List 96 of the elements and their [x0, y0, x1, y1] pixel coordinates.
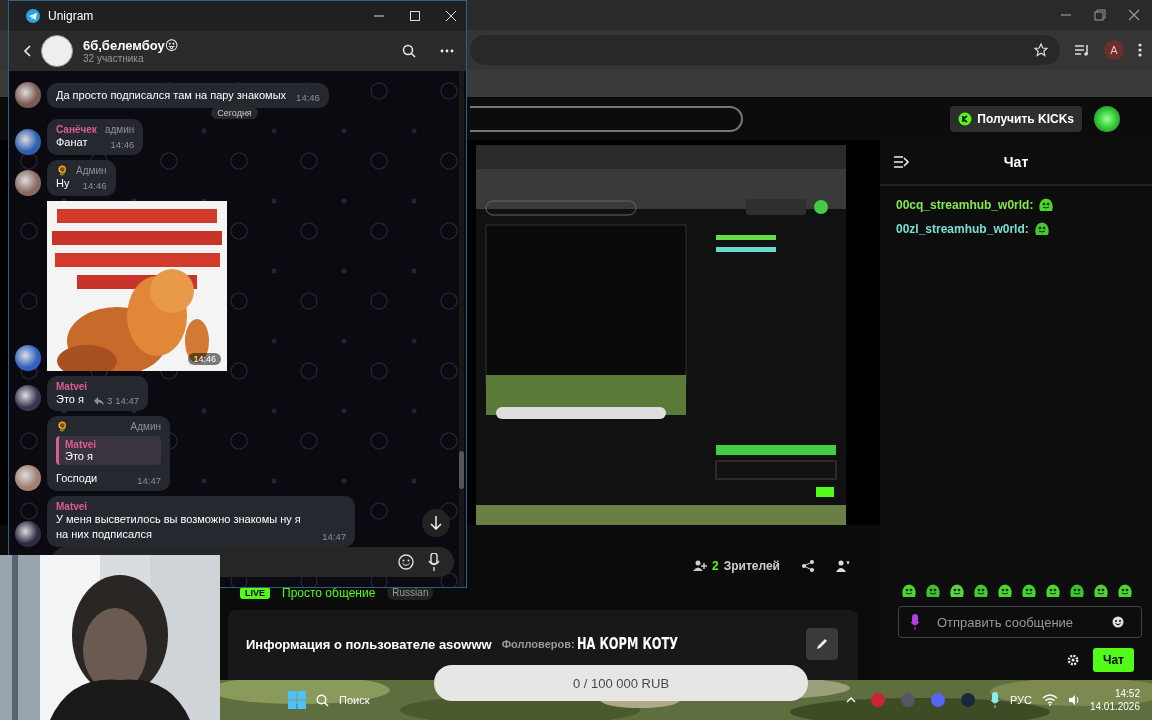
microphone-icon[interactable] — [989, 692, 1000, 708]
sender-name[interactable]: 🌻 — [56, 421, 68, 433]
followers-label: Фолловеров: — [501, 638, 575, 650]
emote-icon[interactable] — [1032, 220, 1051, 238]
message-text: Это я — [56, 391, 84, 407]
close-icon[interactable] — [1128, 9, 1140, 21]
category-link[interactable]: Просто общение — [282, 585, 376, 600]
search-field[interactable] — [470, 105, 743, 132]
arrow-down-icon — [430, 516, 442, 530]
scrollbar-thumb[interactable] — [459, 451, 464, 489]
message-time: 14:46 — [296, 91, 320, 103]
emote-icon[interactable] — [1044, 582, 1062, 600]
emoji-icon[interactable] — [1112, 616, 1124, 628]
reply-count[interactable]: 3 — [106, 395, 113, 407]
get-kicks-button[interactable]: Получить KICKs — [950, 105, 1082, 132]
emote-icon[interactable] — [996, 582, 1014, 600]
user-avatar[interactable] — [1094, 105, 1120, 132]
message-text: Да просто подписался там на пару знакомых — [56, 88, 287, 103]
message-time: 14:46 — [82, 179, 107, 191]
avatar[interactable] — [15, 465, 41, 492]
sender-name[interactable]: Matvei — [56, 501, 88, 513]
window-title: Unigram — [48, 9, 94, 23]
avatar[interactable] — [15, 385, 41, 412]
message-time: 14:46 — [110, 138, 135, 150]
share-icon[interactable] — [802, 560, 814, 572]
microphone-icon[interactable] — [428, 553, 440, 571]
send-button[interactable]: Чат — [1093, 648, 1134, 672]
emote-icon[interactable] — [900, 582, 918, 600]
user-icon[interactable] — [836, 560, 850, 572]
emote-icon[interactable] — [1037, 196, 1056, 214]
pencil-icon — [815, 637, 829, 651]
role-label: Админ — [76, 164, 107, 176]
collapse-chat-icon[interactable] — [894, 156, 910, 168]
edit-button[interactable] — [806, 628, 838, 660]
goal-amount: 0 / 100 000 RUB — [572, 675, 670, 691]
clock-date[interactable]: 14.01.2026 — [1089, 700, 1140, 713]
chat-username[interactable]: 00cq_streamhub_w0rld: — [896, 198, 1034, 212]
maximize-icon[interactable] — [410, 11, 420, 21]
app-logo-icon — [26, 9, 40, 23]
role-label: Админ — [130, 421, 161, 433]
back-icon[interactable] — [23, 45, 31, 57]
avatar[interactable] — [15, 521, 41, 547]
start-icon[interactable] — [288, 691, 306, 709]
clock-time[interactable]: 14:52 — [1114, 687, 1140, 700]
more-icon[interactable] — [1138, 42, 1142, 58]
chat-username[interactable]: 00zl_streamhub_w0rld: — [896, 222, 1029, 236]
avatar[interactable] — [15, 81, 41, 108]
reply-icon — [93, 396, 104, 405]
goal-title: НА КОРМ КОТУ — [576, 635, 678, 653]
message-text: У меня высветилось вы возможно знакомы ну я на них подписался — [56, 512, 302, 542]
emote-icon[interactable] — [972, 582, 990, 600]
avatar[interactable] — [15, 344, 41, 371]
viewers-icon — [693, 560, 707, 572]
role-label: админ — [104, 123, 135, 135]
coin-icon — [958, 111, 973, 126]
message-text: Господи — [56, 471, 98, 487]
emote-icon[interactable] — [924, 582, 942, 600]
member-count: 32 участника — [83, 53, 145, 64]
star-icon[interactable] — [1034, 43, 1048, 57]
settings-icon[interactable] — [1067, 654, 1079, 666]
search-icon[interactable] — [402, 44, 416, 58]
language-indicator[interactable]: РУС — [1009, 694, 1032, 706]
message-text: Фанат — [56, 134, 88, 150]
message-time: 14:47 — [322, 531, 346, 542]
emoji-icon[interactable] — [398, 554, 414, 570]
message-text: Ну — [56, 176, 70, 191]
search-icon[interactable] — [316, 693, 329, 707]
restore-icon[interactable] — [1094, 9, 1106, 21]
sender-name[interactable]: Matvei — [56, 380, 88, 392]
volume-icon[interactable] — [1067, 694, 1080, 706]
chat-title: Чат — [1003, 154, 1029, 170]
emote-icon[interactable] — [948, 582, 966, 600]
emote-icon[interactable] — [1068, 582, 1086, 600]
emote-icon[interactable] — [1092, 582, 1110, 600]
sender-name[interactable]: Санёчек — [56, 123, 97, 135]
viewers-label: Зрителей — [723, 559, 780, 573]
wifi-icon[interactable] — [1041, 694, 1058, 706]
message-time: 14:47 — [115, 395, 140, 407]
app-icon[interactable] — [959, 692, 976, 708]
group-avatar[interactable] — [41, 35, 73, 67]
more-icon[interactable] — [440, 49, 454, 53]
scroll-down-button[interactable] — [422, 509, 450, 537]
emote-icon[interactable] — [1020, 582, 1038, 600]
chevron-up-icon[interactable] — [845, 697, 856, 703]
avatar[interactable] — [15, 169, 41, 196]
avatar[interactable] — [15, 128, 41, 155]
sender-name[interactable]: 🌻 — [56, 164, 68, 176]
profile-avatar[interactable]: A — [1104, 40, 1124, 60]
viewer-count: 2 — [712, 559, 719, 573]
media-controls-icon[interactable] — [1074, 43, 1090, 57]
emote-icon[interactable] — [1116, 582, 1134, 600]
message-field[interactable]: Отправить сообщение — [898, 606, 1142, 638]
reply-quote[interactable]: Matvei Это я — [56, 436, 161, 466]
card-title: Информация о пользователе asowww — [246, 636, 492, 652]
chat-title: 6б,белембоу😛 — [83, 38, 180, 53]
message-time: 14:47 — [137, 475, 161, 487]
